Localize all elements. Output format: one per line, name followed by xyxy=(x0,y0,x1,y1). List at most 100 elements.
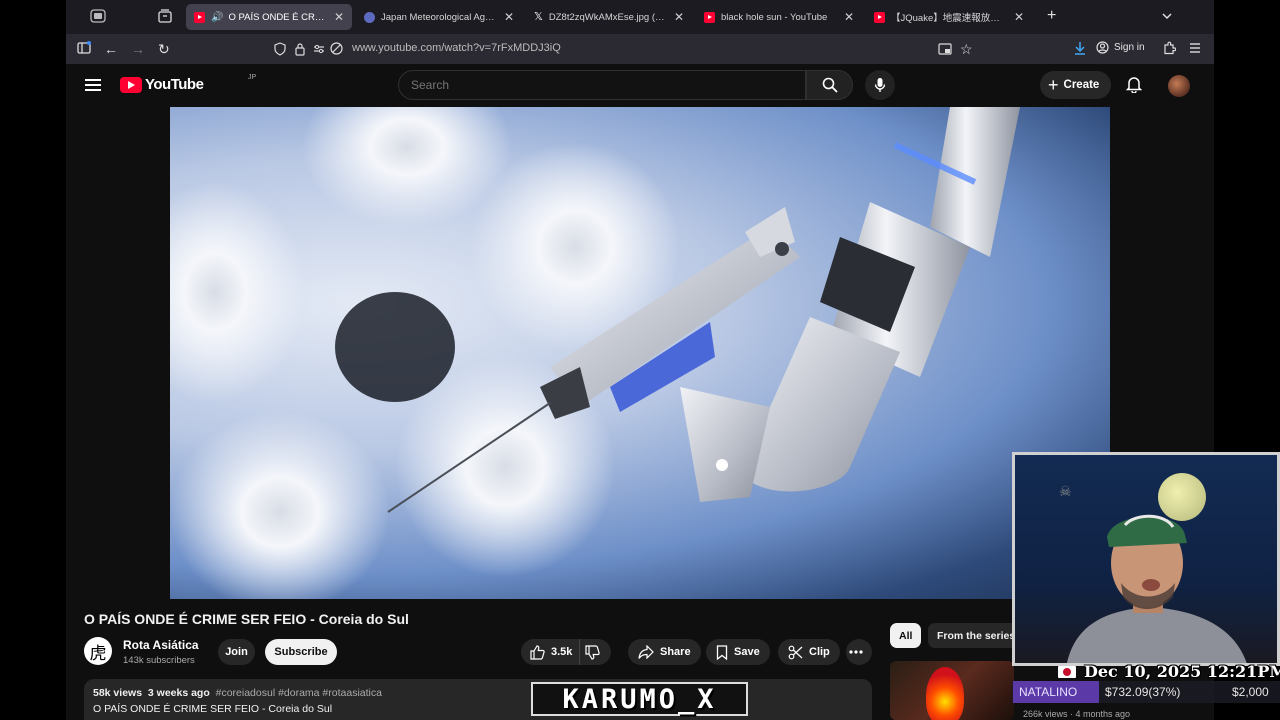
like-dislike-group: 3.5k xyxy=(521,639,611,665)
tab-youtube-video[interactable]: 🔊 O PAÍS ONDE É CRIME SER FEIO - Coreia … xyxy=(186,4,352,30)
close-tab-icon[interactable]: ✕ xyxy=(844,10,854,24)
dislike-button[interactable] xyxy=(580,639,611,665)
chip-from-the-series[interactable]: From the series xyxy=(928,623,1025,648)
search-input[interactable] xyxy=(411,78,791,92)
youtube-play-icon xyxy=(120,76,142,93)
logo-text: YouTube xyxy=(145,76,204,93)
clip-button[interactable]: Clip xyxy=(778,639,840,665)
navigation-toolbar: ← → ↻ www.youtube.com/watch?v=7rFxMDDJ3i… xyxy=(66,34,1214,64)
url-text: www.youtube.com/watch?v=7rFxMDDJ3iQ xyxy=(352,42,561,54)
donation-amount: $732.09(37%) xyxy=(1105,685,1181,699)
lock-icon[interactable] xyxy=(294,42,306,59)
channel-name[interactable]: Rota Asiática xyxy=(123,638,199,652)
guide-menu-icon[interactable] xyxy=(85,79,101,91)
tab-image[interactable]: 𝕏 DZ8t2zqWkAMxEse.jpg (JPEG Image) ✕ xyxy=(526,4,692,30)
tab-list-chevron-icon[interactable] xyxy=(1161,9,1173,25)
more-horizontal-icon xyxy=(849,650,863,654)
new-tab-button[interactable]: + xyxy=(1047,8,1056,24)
forward-icon[interactable]: → xyxy=(131,41,145,57)
search-box[interactable] xyxy=(398,70,806,100)
save-button[interactable]: Save xyxy=(706,639,770,665)
account-icon xyxy=(1096,41,1109,54)
thumbs-up-icon xyxy=(530,644,545,660)
youtube-icon xyxy=(704,11,715,23)
upload-age: 3 weeks ago xyxy=(147,687,210,699)
shield-icon[interactable] xyxy=(274,42,286,59)
streamer-figure xyxy=(1066,514,1247,663)
microphone-icon xyxy=(874,78,886,92)
view-count: 58k views xyxy=(93,687,143,699)
video-title: O PAÍS ONDE É CRIME SER FEIO - Coreia do… xyxy=(84,611,409,627)
close-tab-icon[interactable]: ✕ xyxy=(674,10,684,24)
picture-in-picture-icon[interactable] xyxy=(938,42,952,58)
tab-title: black hole sun - YouTube xyxy=(721,11,828,23)
sidebar-icon[interactable] xyxy=(77,41,91,58)
tab-overview-icon[interactable] xyxy=(158,9,172,26)
skull-icon: ☠ xyxy=(1059,483,1072,499)
create-label: Create xyxy=(1063,79,1100,91)
voice-search-button[interactable] xyxy=(865,70,895,100)
datetime-overlay: Dec 10, 2025 12:21PM xyxy=(1058,662,1280,681)
datetime-text: Dec 10, 2025 12:21PM xyxy=(1084,662,1280,681)
youtube-logo[interactable]: YouTube JP xyxy=(120,74,256,93)
description-box[interactable]: 58k views 3 weeks ago #coreiadosul #dora… xyxy=(84,679,872,720)
join-button[interactable]: Join xyxy=(218,639,255,665)
more-actions-button[interactable] xyxy=(846,639,872,665)
plus-icon: + xyxy=(1048,74,1059,95)
save-label: Save xyxy=(734,646,760,658)
clip-label: Clip xyxy=(809,646,830,658)
share-icon xyxy=(638,645,654,659)
thumbnail-face-art xyxy=(926,667,964,720)
extensions-icon[interactable] xyxy=(1162,41,1177,58)
like-count: 3.5k xyxy=(551,646,573,658)
sign-in-label: Sign in xyxy=(1114,42,1145,53)
tab-title: Japan Meteorological Agency | Weather xyxy=(381,11,496,23)
tab-jquake[interactable]: 【JQuake】地震速報放送24時間 ✕ xyxy=(866,4,1032,30)
japan-flag-icon xyxy=(1058,665,1076,678)
donation-goal: $2,000 xyxy=(1232,685,1269,699)
notifications-bell-icon[interactable] xyxy=(1125,75,1143,98)
hashtags[interactable]: #coreiadosul #dorama #rotaasiatica xyxy=(216,687,382,699)
autoplay-blocked-icon[interactable] xyxy=(330,42,343,58)
channel-avatar[interactable]: 虎 xyxy=(84,637,112,665)
chip-all[interactable]: All xyxy=(890,623,922,648)
search-icon xyxy=(822,77,838,93)
tab-title: O PAÍS ONDE É CRIME SER FEIO - Coreia do… xyxy=(228,11,326,23)
close-tab-icon[interactable]: ✕ xyxy=(334,10,344,24)
close-tab-icon[interactable]: ✕ xyxy=(1014,10,1024,24)
subscribe-button[interactable]: Subscribe xyxy=(265,639,337,665)
x-icon: 𝕏 xyxy=(534,10,543,23)
youtube-header: YouTube JP + Create xyxy=(66,64,1214,106)
subscriber-count: 143k subscribers xyxy=(123,655,195,666)
account-avatar[interactable] xyxy=(1168,75,1190,97)
address-bar[interactable]: www.youtube.com/watch?v=7rFxMDDJ3iQ ☆ xyxy=(266,38,982,60)
bookmark-star-icon[interactable]: ☆ xyxy=(960,41,973,57)
downloads-icon[interactable] xyxy=(1073,41,1087,58)
recommendation-meta: 266k views · 4 months ago xyxy=(1023,709,1131,719)
search-button[interactable] xyxy=(806,70,853,100)
recommended-thumbnail[interactable] xyxy=(890,661,1014,720)
close-tab-icon[interactable]: ✕ xyxy=(504,10,514,24)
tab-jma[interactable]: Japan Meteorological Agency | Weather ✕ xyxy=(356,4,522,30)
back-icon[interactable]: ← xyxy=(104,41,118,57)
permissions-icon[interactable] xyxy=(313,42,325,58)
sign-in-button[interactable]: Sign in xyxy=(1096,41,1145,54)
bookmark-icon xyxy=(716,644,728,660)
sidebar-toggle-icon[interactable] xyxy=(90,9,106,26)
webcam-overlay: ☠ xyxy=(1012,452,1280,666)
menu-icon[interactable] xyxy=(1189,41,1201,57)
create-button[interactable]: + Create xyxy=(1040,71,1112,99)
speaker-icon[interactable]: 🔊 xyxy=(211,12,223,23)
video-player[interactable] xyxy=(170,107,1110,599)
reload-icon[interactable]: ↻ xyxy=(158,41,170,57)
description-text: O PAÍS ONDE É CRIME SER FEIO - Coreia do… xyxy=(93,703,333,715)
video-frame xyxy=(170,107,1020,599)
donor-name: NATALINO xyxy=(1013,681,1099,703)
scissors-icon xyxy=(788,645,803,659)
like-button[interactable]: 3.5k xyxy=(521,639,580,665)
tab-black-hole-sun[interactable]: black hole sun - YouTube ✕ xyxy=(696,4,862,30)
description-meta: 58k views 3 weeks ago #coreiadosul #dora… xyxy=(93,687,382,699)
streamer-watermark: KARUMO_X xyxy=(531,682,748,716)
youtube-icon xyxy=(194,11,205,23)
share-button[interactable]: Share xyxy=(628,639,701,665)
